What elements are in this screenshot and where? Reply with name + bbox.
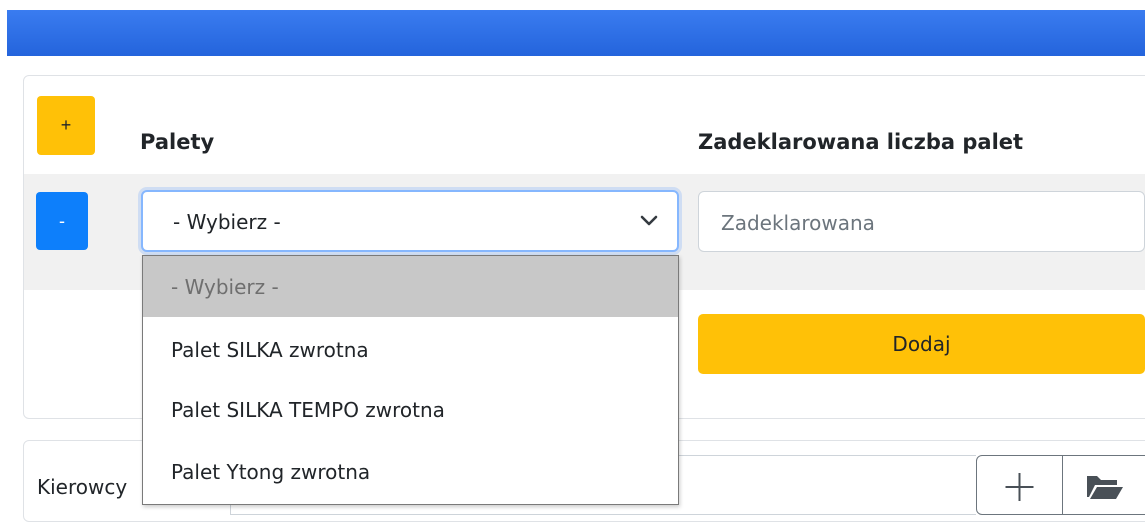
dropdown-option[interactable]: - Wybierz - [143,256,678,317]
add-row-button[interactable]: + [37,96,95,155]
declared-count-input[interactable] [719,208,1123,238]
browse-button[interactable] [1063,455,1145,515]
header-bar [7,10,1145,56]
pallets-column-header: Palety [140,130,215,154]
chevron-down-icon [640,215,658,226]
add-button[interactable]: Dodaj [698,314,1145,374]
declared-count-field[interactable] [698,191,1145,252]
pallet-type-select[interactable]: - Wybierz - [141,190,679,252]
dropdown-option[interactable]: Palet SILKA TEMPO zwrotna [143,379,678,440]
pallet-type-select-value: - Wybierz - [173,210,281,234]
remove-row-button[interactable]: - [36,192,88,250]
folder-open-icon [1087,476,1123,499]
add-driver-button[interactable] [976,455,1063,515]
dropdown-option[interactable]: Palet Ytong zwrotna [143,441,678,502]
declared-count-column-header: Zadeklarowana liczba palet [698,130,1024,154]
plus-icon [1005,473,1034,501]
drivers-label: Kierowcy [37,475,128,499]
pallet-type-dropdown: - Wybierz - Palet SILKA zwrotna Palet SI… [142,255,679,505]
dropdown-option[interactable]: Palet SILKA zwrotna [143,319,678,380]
